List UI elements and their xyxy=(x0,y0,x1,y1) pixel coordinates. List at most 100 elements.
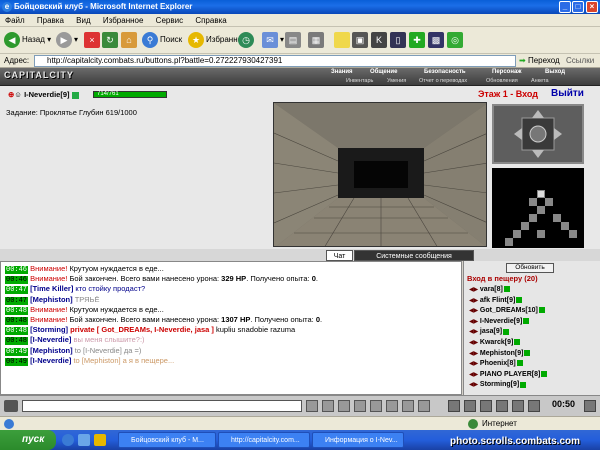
user-private-icon[interactable]: ◀▶ xyxy=(469,340,480,346)
action-icon-5[interactable] xyxy=(512,400,524,412)
extra-button-1[interactable] xyxy=(334,31,352,49)
user-name[interactable]: Mephiston[9] xyxy=(480,350,524,357)
user-private-icon[interactable]: ◀▶ xyxy=(469,361,480,367)
user-name[interactable]: Phoenix[8] xyxy=(480,360,516,367)
chat-mode-icon[interactable] xyxy=(4,400,18,412)
power-icon[interactable] xyxy=(584,400,596,412)
menu-edit[interactable]: Правка xyxy=(37,16,64,25)
user-private-icon[interactable]: ◀▶ xyxy=(469,351,480,357)
close-button[interactable]: × xyxy=(586,1,598,13)
character-name[interactable]: I-Neverdie xyxy=(24,90,60,99)
user-info-icon[interactable] xyxy=(503,286,510,293)
user-name[interactable]: Storming[9] xyxy=(480,381,519,388)
user-list-item[interactable]: ◀▶ Mephiston[9] xyxy=(469,349,531,359)
maximize-button[interactable]: □ xyxy=(572,1,584,13)
nav-character[interactable]: Персонаж xyxy=(492,68,522,77)
scroll-icon[interactable] xyxy=(402,400,414,412)
action-icon-2[interactable] xyxy=(464,400,476,412)
history-button[interactable]: ◷ xyxy=(238,31,256,49)
user-info-icon[interactable] xyxy=(503,328,510,335)
user-list-item[interactable]: ◀▶ I-Neverdie[9] xyxy=(469,317,530,327)
user-info-icon[interactable] xyxy=(523,317,530,324)
mail-button[interactable]: ✉ ▾ xyxy=(262,31,284,49)
user-name[interactable]: jasa[9] xyxy=(480,328,502,335)
user-info-icon[interactable] xyxy=(538,307,545,314)
action-icon-1[interactable] xyxy=(448,400,460,412)
chat-input[interactable] xyxy=(22,400,302,412)
exit-link[interactable]: Выйти xyxy=(551,88,584,99)
user-name[interactable]: I-Neverdie[9] xyxy=(480,318,522,325)
tab-system-messages[interactable]: Системные сообщения xyxy=(354,250,474,261)
nav-knowledge[interactable]: Знания xyxy=(331,68,353,77)
smile-icon[interactable] xyxy=(338,400,350,412)
menu-favorites[interactable]: Избранное xyxy=(103,16,144,25)
user-private-icon[interactable]: ◀▶ xyxy=(469,329,480,335)
refresh-users-button[interactable]: Обновить xyxy=(506,263,554,273)
forward-button[interactable]: ▶ ▾ xyxy=(56,31,78,49)
nav-updates[interactable]: Обновления xyxy=(486,77,518,86)
action-icon-6[interactable] xyxy=(528,400,540,412)
user-list-item[interactable]: ◀▶ afk Flint[9] xyxy=(469,296,523,306)
extra-button-6[interactable]: ▩ xyxy=(428,31,446,49)
print-button[interactable]: ▤ xyxy=(285,31,303,49)
info-icon[interactable] xyxy=(71,91,79,99)
home-button[interactable]: ⌂ xyxy=(121,31,139,49)
quicklaunch-ie-icon[interactable] xyxy=(62,434,74,446)
quicklaunch-desktop-icon[interactable] xyxy=(78,434,90,446)
go-button[interactable]: ➡ Переход xyxy=(519,54,560,68)
send-icon[interactable] xyxy=(306,400,318,412)
user-list-item[interactable]: ◀▶ Got_DREAMs[10] xyxy=(469,306,545,316)
extra-button-3[interactable]: K xyxy=(371,31,389,49)
user-info-icon[interactable] xyxy=(520,381,527,388)
user-name[interactable]: PIANO PLAYER[8] xyxy=(480,371,540,378)
edit-button[interactable]: ▦ xyxy=(308,31,326,49)
tab-chat[interactable]: Чат xyxy=(326,250,353,261)
menu-tools[interactable]: Сервис xyxy=(156,16,183,25)
minimize-button[interactable]: _ xyxy=(559,1,571,13)
action-icon-4[interactable] xyxy=(496,400,508,412)
user-list-item[interactable]: ◀▶ jasa[9] xyxy=(469,327,510,337)
nav-inventory[interactable]: Инвентарь xyxy=(346,77,373,86)
nav-exit[interactable]: Выход xyxy=(545,68,565,77)
extra-button-4[interactable]: ▯ xyxy=(390,31,408,49)
user-name[interactable]: afk Flint[9] xyxy=(480,297,515,304)
user-list-item[interactable]: ◀▶ PIANO PLAYER[8] xyxy=(469,370,548,380)
extra-button-2[interactable]: ▣ xyxy=(352,31,370,49)
back-button[interactable]: ◀ Назад ▾ xyxy=(4,31,51,49)
dungeon-minimap[interactable] xyxy=(492,168,584,248)
people-icon[interactable] xyxy=(386,400,398,412)
action-icon-3[interactable] xyxy=(480,400,492,412)
refresh-button[interactable]: ↻ xyxy=(102,31,120,49)
taskbar-item-2[interactable]: http://capitalcity.com... xyxy=(218,432,310,448)
nav-transfers[interactable]: Отчет о переводах xyxy=(419,77,467,86)
menu-view[interactable]: Вид xyxy=(76,16,90,25)
stop-button[interactable]: × xyxy=(84,31,102,49)
compass-panel[interactable] xyxy=(492,104,584,164)
user-private-icon[interactable]: ◀▶ xyxy=(469,319,480,325)
quicklaunch-folder-icon[interactable] xyxy=(94,434,106,446)
clear-icon[interactable] xyxy=(322,400,334,412)
user-private-icon[interactable]: ◀▶ xyxy=(469,308,480,314)
user-private-icon[interactable]: ◀▶ xyxy=(469,298,480,304)
nav-security[interactable]: Безопасность xyxy=(424,68,466,77)
nav-skills[interactable]: Умения xyxy=(387,77,406,86)
start-button[interactable]: пуск xyxy=(0,430,56,450)
extra-button-7[interactable]: ◎ xyxy=(447,31,465,49)
user-list-item[interactable]: ◀▶ Storming[9] xyxy=(469,380,527,390)
menu-help[interactable]: Справка xyxy=(195,16,226,25)
settings-icon[interactable] xyxy=(418,400,430,412)
user-info-icon[interactable] xyxy=(541,370,548,377)
links-button[interactable]: Ссылки xyxy=(566,54,594,68)
user-info-icon[interactable] xyxy=(524,349,531,356)
extra-button-5[interactable]: ✚ xyxy=(409,31,427,49)
taskbar-item-1[interactable]: Бойцовский клуб - М... xyxy=(118,432,216,448)
user-private-icon[interactable]: ◀▶ xyxy=(469,287,480,293)
user-name[interactable]: vara[8] xyxy=(480,286,503,293)
user-private-icon[interactable]: ◀▶ xyxy=(469,372,480,378)
user-private-icon[interactable]: ◀▶ xyxy=(469,382,480,388)
user-info-icon[interactable] xyxy=(514,339,521,346)
dungeon-view[interactable] xyxy=(273,102,487,247)
address-input[interactable]: http://capitalcity.combats.ru/buttons.pl… xyxy=(34,55,516,67)
user-name[interactable]: Got_DREAMs[10] xyxy=(480,307,538,314)
translit-icon[interactable] xyxy=(354,400,366,412)
